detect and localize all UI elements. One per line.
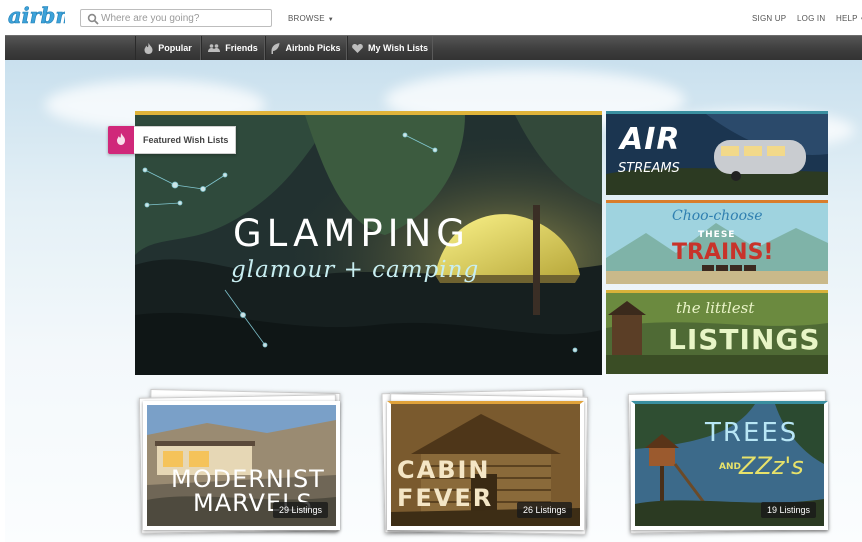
tile-trains[interactable]: Choo-choose THESE TRAINS! — [606, 200, 828, 284]
logo-text: airbnb — [8, 3, 65, 28]
featured-label: Featured Wish Lists — [143, 135, 229, 145]
collection-card-modernist-marvels[interactable]: MODERNIST MARVELS 29 Listings — [138, 389, 341, 534]
tile-subtitle: THESE — [698, 230, 736, 240]
people-icon — [208, 44, 221, 52]
card-photo: MODERNIST MARVELS 29 Listings — [143, 401, 340, 530]
listings-count: 19 Listings — [760, 502, 816, 518]
top-bar: airbnb BROWSE▼ SIGN UP LOG IN HELP▼ — [0, 0, 862, 35]
tile-littlest-listings[interactable]: the littlest LISTINGS — [606, 290, 828, 374]
listings-count: 26 Listings — [516, 502, 572, 518]
leaf-icon — [271, 42, 280, 54]
airbnb-logo[interactable]: airbnb — [7, 3, 65, 29]
hero-title: GLAMPING — [233, 212, 470, 255]
caret-down-icon: ▼ — [327, 17, 334, 23]
listings-count: 29 Listings — [272, 502, 328, 518]
tile-title: TRAINS! — [672, 240, 774, 265]
wishlist-nav-bar: Popular Friends Airbnb Picks My Wish Lis… — [5, 35, 862, 60]
search-icon — [87, 13, 99, 25]
hero-subtitle: glamour + camping — [231, 257, 480, 283]
tile-airstreams[interactable]: AIR STREAMS — [606, 111, 828, 195]
tile-title: AIR — [620, 122, 681, 157]
card-photo: TREES AND ZZz's 19 Listings — [631, 401, 828, 530]
tile-subtitle: STREAMS — [618, 161, 680, 176]
help-label: HELP — [836, 14, 858, 23]
tile-kicker: the littlest — [676, 299, 755, 317]
search-input[interactable] — [101, 10, 269, 26]
card-title: ZZz's — [739, 452, 804, 480]
sign-up-link[interactable]: SIGN UP — [752, 14, 786, 23]
search-box[interactable] — [80, 9, 272, 27]
browse-menu[interactable]: BROWSE ▼ — [288, 14, 334, 23]
flame-icon — [117, 133, 125, 145]
log-in-link[interactable]: LOG IN — [797, 14, 825, 23]
card-title: TREES — [705, 418, 799, 448]
browse-label: BROWSE — [288, 14, 325, 23]
tab-airbnb-picks[interactable]: Airbnb Picks — [265, 36, 347, 60]
tab-my-wish-lists[interactable]: My Wish Lists — [347, 36, 433, 60]
collection-card-cabin-fever[interactable]: CABIN FEVER 26 Listings — [381, 388, 589, 535]
tile-title: LISTINGS — [668, 323, 821, 356]
featured-ribbon — [108, 126, 134, 154]
tab-friends[interactable]: Friends — [201, 36, 265, 60]
card-photo: CABIN FEVER 26 Listings — [387, 401, 584, 530]
tab-label: Airbnb Picks — [285, 43, 341, 53]
help-menu[interactable]: HELP▼ — [836, 14, 862, 23]
tab-label: Popular — [158, 43, 192, 53]
tab-popular[interactable]: Popular — [135, 36, 201, 60]
tile-kicker: Choo-choose — [672, 208, 763, 224]
collection-card-trees-and-zzzs[interactable]: TREES AND ZZz's 19 Listings — [627, 390, 829, 534]
tab-label: Friends — [225, 43, 258, 53]
card-connector: AND — [719, 462, 741, 472]
heart-icon — [352, 43, 363, 53]
tab-label: My Wish Lists — [368, 43, 428, 53]
featured-wish-lists-badge: Featured Wish Lists — [108, 126, 236, 154]
flame-icon — [144, 42, 153, 54]
